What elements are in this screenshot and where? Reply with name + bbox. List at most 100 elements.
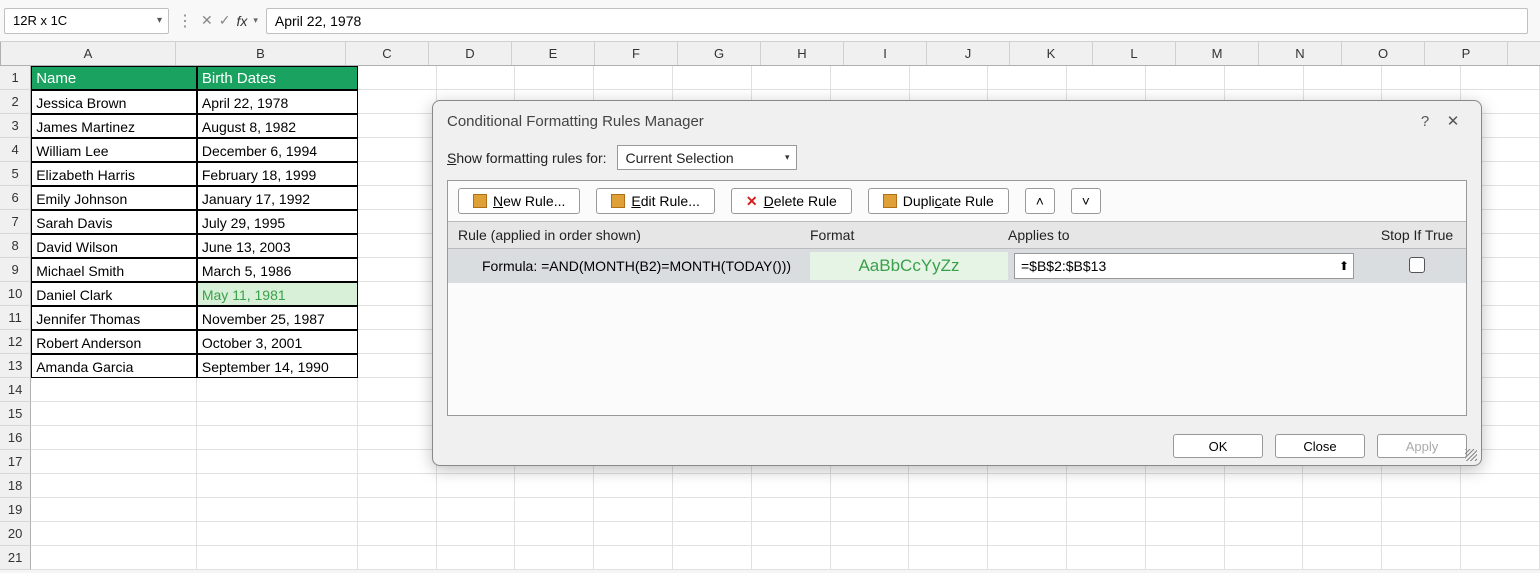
fx-label[interactable]: fx — [236, 13, 247, 29]
col-header-Q[interactable]: Q — [1508, 42, 1540, 65]
cell-B11[interactable]: November 25, 1987 — [197, 306, 358, 330]
col-header-O[interactable]: O — [1342, 42, 1425, 65]
col-header-B[interactable]: B — [176, 42, 346, 65]
cell-P19[interactable] — [1382, 498, 1461, 522]
cell-O18[interactable] — [1303, 474, 1382, 498]
col-header-M[interactable]: M — [1176, 42, 1259, 65]
cell-B5[interactable]: February 18, 1999 — [197, 162, 358, 186]
new-rule-button[interactable]: New Rule... — [458, 188, 580, 214]
cell-H21[interactable] — [752, 546, 831, 570]
cell-C3[interactable] — [358, 114, 437, 138]
cell-D19[interactable] — [437, 498, 516, 522]
cell-H20[interactable] — [752, 522, 831, 546]
cell-B3[interactable]: August 8, 1982 — [197, 114, 358, 138]
cell-E20[interactable] — [515, 522, 594, 546]
row-header-1[interactable]: 1 — [0, 66, 31, 90]
col-header-F[interactable]: F — [595, 42, 678, 65]
cell-G1[interactable] — [673, 66, 752, 90]
cell-P20[interactable] — [1382, 522, 1461, 546]
cell-B1[interactable]: Birth Dates — [197, 66, 358, 90]
row-header-21[interactable]: 21 — [0, 546, 31, 570]
cell-F18[interactable] — [594, 474, 673, 498]
cell-N21[interactable] — [1225, 546, 1304, 570]
cell-B6[interactable]: January 17, 1992 — [197, 186, 358, 210]
row-header-18[interactable]: 18 — [0, 474, 31, 498]
cell-J1[interactable] — [910, 66, 989, 90]
cell-H1[interactable] — [752, 66, 831, 90]
cell-C9[interactable] — [358, 258, 437, 282]
cell-Q21[interactable] — [1461, 546, 1540, 570]
cell-J20[interactable] — [909, 522, 988, 546]
name-box[interactable]: 12R x 1C ▾ — [4, 8, 169, 34]
cell-O21[interactable] — [1303, 546, 1382, 570]
row-header-8[interactable]: 8 — [0, 234, 31, 258]
cell-K18[interactable] — [988, 474, 1067, 498]
cell-O19[interactable] — [1303, 498, 1382, 522]
row-header-17[interactable]: 17 — [0, 450, 31, 474]
cell-A3[interactable]: James Martinez — [31, 114, 197, 138]
cell-A10[interactable]: Daniel Clark — [31, 282, 197, 306]
cell-B12[interactable]: October 3, 2001 — [197, 330, 358, 354]
cell-A6[interactable]: Emily Johnson — [31, 186, 197, 210]
row-header-19[interactable]: 19 — [0, 498, 31, 522]
cell-L18[interactable] — [1067, 474, 1146, 498]
cell-D18[interactable] — [437, 474, 516, 498]
row-header-4[interactable]: 4 — [0, 138, 31, 162]
cell-C8[interactable] — [358, 234, 437, 258]
cell-C13[interactable] — [358, 354, 437, 378]
cell-A21[interactable] — [31, 546, 197, 570]
stop-if-true-checkbox[interactable] — [1409, 257, 1425, 273]
col-header-G[interactable]: G — [678, 42, 761, 65]
cell-C4[interactable] — [358, 138, 437, 162]
cell-C7[interactable] — [358, 210, 437, 234]
cell-A20[interactable] — [31, 522, 197, 546]
cell-B7[interactable]: July 29, 1995 — [197, 210, 358, 234]
cell-E19[interactable] — [515, 498, 594, 522]
cell-A19[interactable] — [31, 498, 197, 522]
cell-E21[interactable] — [515, 546, 594, 570]
cell-G20[interactable] — [673, 522, 752, 546]
cell-F1[interactable] — [594, 66, 673, 90]
cell-M21[interactable] — [1146, 546, 1225, 570]
cell-I20[interactable] — [831, 522, 910, 546]
row-header-10[interactable]: 10 — [0, 282, 31, 306]
cell-A18[interactable] — [31, 474, 197, 498]
cell-C21[interactable] — [358, 546, 437, 570]
ok-button[interactable]: OK — [1173, 434, 1263, 458]
row-header-6[interactable]: 6 — [0, 186, 31, 210]
cell-B19[interactable] — [197, 498, 358, 522]
cell-B20[interactable] — [197, 522, 358, 546]
resize-grip[interactable] — [1465, 449, 1477, 461]
cell-M19[interactable] — [1146, 498, 1225, 522]
cell-C14[interactable] — [358, 378, 437, 402]
cell-M1[interactable] — [1146, 66, 1225, 90]
cell-O20[interactable] — [1303, 522, 1382, 546]
cell-A16[interactable] — [31, 426, 197, 450]
cell-M20[interactable] — [1146, 522, 1225, 546]
move-up-button[interactable]: ˄ — [1025, 188, 1055, 214]
row-header-14[interactable]: 14 — [0, 378, 31, 402]
row-header-12[interactable]: 12 — [0, 330, 31, 354]
row-header-9[interactable]: 9 — [0, 258, 31, 282]
cell-C10[interactable] — [358, 282, 437, 306]
cell-B10[interactable]: May 11, 1981 — [197, 282, 358, 306]
cell-A1[interactable]: Name — [31, 66, 197, 90]
cell-I21[interactable] — [831, 546, 910, 570]
cell-A15[interactable] — [31, 402, 197, 426]
cell-A11[interactable]: Jennifer Thomas — [31, 306, 197, 330]
formula-input[interactable]: April 22, 1978 — [266, 8, 1528, 34]
help-icon[interactable]: ? — [1411, 113, 1439, 130]
rule-row[interactable]: Formula: =AND(MONTH(B2)=MONTH(TODAY())) … — [448, 249, 1466, 283]
col-header-A[interactable]: A — [1, 42, 176, 65]
cell-C11[interactable] — [358, 306, 437, 330]
cell-A2[interactable]: Jessica Brown — [31, 90, 197, 114]
col-header-P[interactable]: P — [1425, 42, 1508, 65]
cell-G21[interactable] — [673, 546, 752, 570]
row-header-13[interactable]: 13 — [0, 354, 31, 378]
cell-B8[interactable]: June 13, 2003 — [197, 234, 358, 258]
col-header-K[interactable]: K — [1010, 42, 1093, 65]
col-header-D[interactable]: D — [429, 42, 512, 65]
cell-A9[interactable]: Michael Smith — [31, 258, 197, 282]
cell-A13[interactable]: Amanda Garcia — [31, 354, 197, 378]
cell-C18[interactable] — [358, 474, 437, 498]
